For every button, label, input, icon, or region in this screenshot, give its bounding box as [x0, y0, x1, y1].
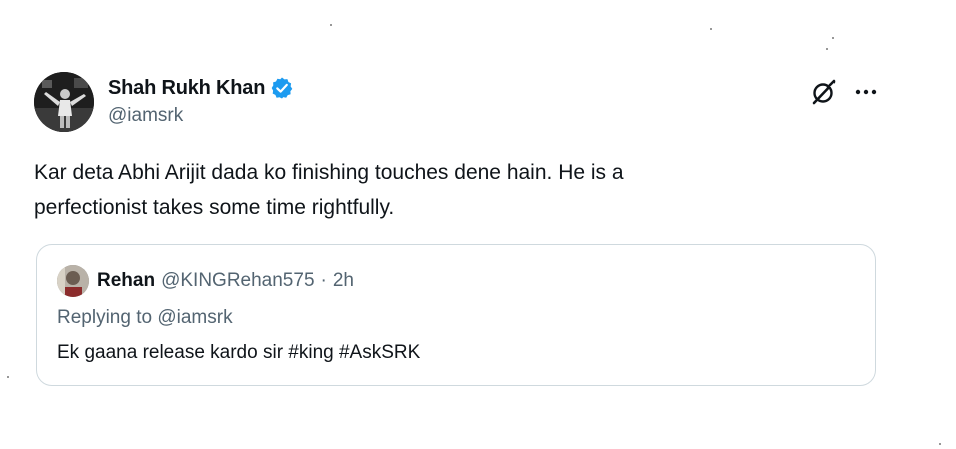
- tweet-header: Shah Rukh Khan @iamsrk: [34, 70, 884, 132]
- author-block: Shah Rukh Khan @iamsrk: [108, 74, 294, 127]
- quoted-tweet-header: Rehan @KINGRehan575 · 2h: [57, 265, 354, 297]
- tweet-text-line-1: Kar deta Abhi Arijit dada ko finishing t…: [34, 161, 624, 184]
- tweet-text: Kar deta Abhi Arijit dada ko finishing t…: [34, 155, 854, 225]
- replying-to-label: Replying to @iamsrk: [57, 307, 233, 328]
- speck: [826, 48, 828, 50]
- page: Shah Rukh Khan @iamsrk Kar deta Abhi Ari…: [0, 0, 956, 449]
- name-row: Shah Rukh Khan: [108, 74, 294, 102]
- tweet-text-line-2: perfectionist takes some time rightfully…: [34, 196, 395, 219]
- avatar[interactable]: [34, 72, 94, 132]
- quoted-profile-photo-icon: [57, 265, 89, 297]
- separator-dot: ·: [320, 270, 327, 291]
- grok-icon[interactable]: [810, 78, 838, 106]
- speck: [832, 37, 834, 39]
- author-handle[interactable]: @iamsrk: [108, 105, 294, 127]
- quoted-timestamp[interactable]: 2h: [333, 270, 354, 292]
- author-display-name[interactable]: Shah Rukh Khan: [108, 77, 265, 100]
- profile-photo-icon: [34, 72, 94, 132]
- more-icon[interactable]: [852, 82, 880, 102]
- verified-badge-icon[interactable]: [270, 76, 294, 100]
- speck: [330, 24, 332, 26]
- speck: [7, 376, 9, 378]
- quoted-tweet-text: Ek gaana release kardo sir #king #AskSRK: [57, 342, 421, 363]
- speck: [939, 443, 941, 445]
- quoted-author-name[interactable]: Rehan: [97, 270, 155, 292]
- speck: [710, 28, 712, 30]
- quoted-author-handle[interactable]: @KINGRehan575: [161, 270, 314, 292]
- quoted-tweet-card[interactable]: Rehan @KINGRehan575 · 2h Replying to @ia…: [36, 244, 876, 386]
- quoted-avatar[interactable]: [57, 265, 89, 297]
